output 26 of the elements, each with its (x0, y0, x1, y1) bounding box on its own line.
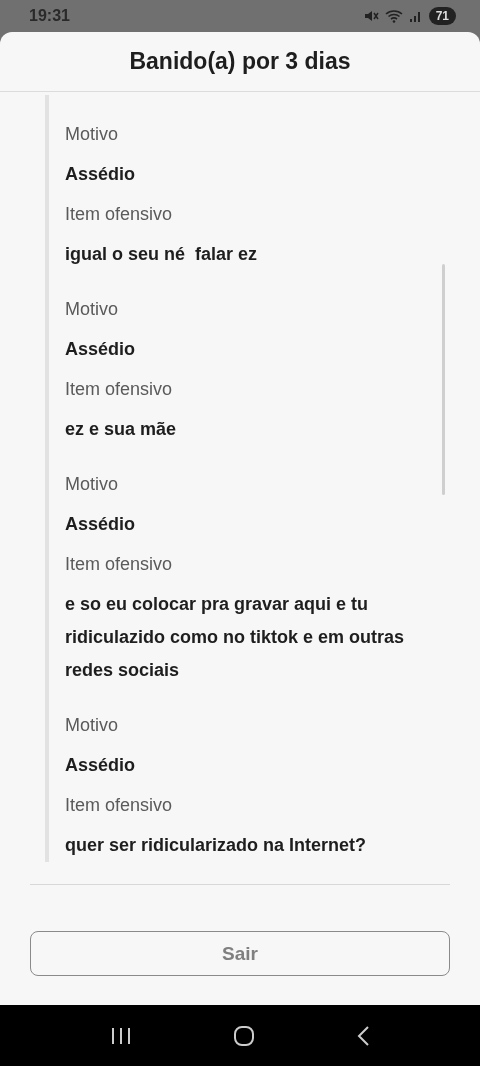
mute-icon (362, 9, 379, 23)
back-icon[interactable] (355, 1024, 370, 1047)
sheet-title: Banido(a) por 3 dias (129, 48, 351, 75)
reason-text: Assédio (65, 755, 136, 775)
offensive-item-text: igual o seu né falar ez (65, 244, 258, 264)
home-icon[interactable] (233, 1024, 255, 1047)
offensive-item-text: ez e sua mãe (65, 419, 177, 439)
item-label: Item ofensivo (65, 554, 173, 574)
exit-button[interactable]: Sair (30, 931, 450, 976)
reason-label: Motivo (65, 474, 118, 494)
offensive-item-text: e so eu colocar pra gravar aqui e tu ridiculazido como no tiktok e em outras redes sociais (65, 594, 406, 680)
offensive-item-text: quer ser ridicularizado na Internet? (65, 835, 367, 855)
wifi-icon (384, 9, 403, 23)
recent-apps-icon[interactable] (110, 1026, 133, 1045)
reason-text: Assédio (65, 339, 136, 359)
reason-label: Motivo (65, 715, 118, 735)
reason-label: Motivo (65, 299, 118, 319)
reason-label: Motivo (65, 124, 118, 144)
item-label: Item ofensivo (65, 204, 173, 224)
reason-text: Assédio (65, 514, 136, 534)
item-label: Item ofensivo (65, 795, 173, 815)
status-time: 19:31 (29, 7, 70, 25)
signal-icon (408, 9, 423, 23)
item-label: Item ofensivo (65, 379, 173, 399)
battery-level: 71 (428, 7, 456, 25)
reason-text: Assédio (65, 164, 136, 184)
